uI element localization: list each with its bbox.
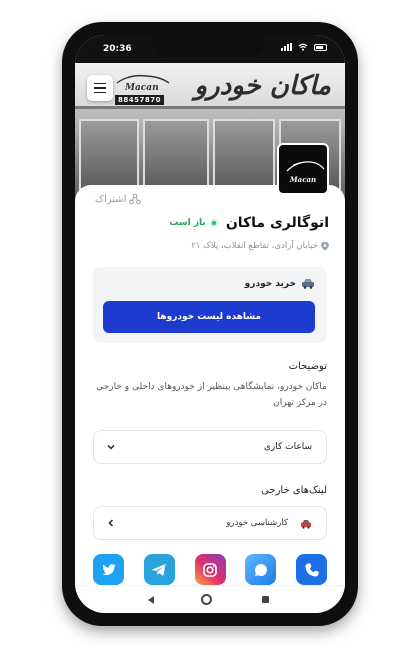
phone-screen: 20:36 ماکان خودرو Macan 88457870 Macan ا…	[75, 35, 345, 613]
open-dot-icon	[209, 219, 218, 227]
share-icon	[129, 193, 142, 205]
buy-car-heading: خرید خودرو	[245, 278, 315, 289]
working-hours-label: ساعات کاری	[263, 442, 312, 452]
message-icon	[254, 563, 267, 576]
telegram-button[interactable]	[143, 554, 175, 585]
status-icons	[281, 43, 327, 51]
brand-logo-text: Macan	[289, 175, 317, 184]
camera-notch	[153, 35, 265, 57]
address: خیابان آزادی، تقاطع انقلاب، پلاک ۲۱	[191, 241, 329, 251]
back-nav-icon[interactable]	[148, 596, 154, 604]
location-pin-icon	[321, 241, 329, 251]
link-item-label: کارشناسی خودرو	[226, 518, 288, 528]
car-icon	[302, 279, 314, 289]
chevron-left-icon	[108, 519, 114, 527]
share-button[interactable]: اشتراک	[95, 193, 142, 205]
twitter-button[interactable]	[93, 554, 124, 585]
sign-title: ماکان خودرو	[194, 71, 332, 101]
open-status-badge: باز است	[169, 218, 218, 228]
recent-apps-icon[interactable]	[262, 596, 269, 603]
phone-button[interactable]	[296, 554, 327, 585]
sign-logo-text: Macan	[124, 83, 159, 93]
link-item-car-inspection[interactable]: کارشناسی خودرو	[93, 506, 327, 540]
share-label: اشتراک	[95, 193, 127, 205]
business-title: اتوگالری ماکان	[225, 215, 329, 231]
instagram-button[interactable]	[194, 554, 226, 585]
working-hours-dropdown[interactable]: ساعات کاری	[93, 430, 327, 464]
twitter-icon	[101, 563, 116, 575]
battery-icon	[314, 43, 327, 51]
phone-icon	[305, 562, 319, 576]
social-links	[93, 554, 327, 585]
signal-icon	[281, 43, 292, 51]
telegram-icon	[152, 563, 166, 576]
sign-car-logo-icon: Macan	[116, 74, 170, 93]
address-text: خیابان آزادی، تقاطع انقلاب، پلاک ۲۱	[191, 241, 318, 251]
description-text: ماکان خودرو، نمایشگاهی بینظیر از خودروها…	[96, 382, 327, 408]
storefront-sign: ماکان خودرو Macan 88457870	[75, 63, 345, 109]
status-bar: 20:36	[75, 35, 345, 63]
profile-card: اشتراک اتوگالری ماکان باز است خیابان آزا…	[75, 185, 345, 585]
message-button[interactable]	[245, 554, 277, 585]
system-nav-bar	[75, 585, 345, 613]
chevron-down-icon	[107, 444, 115, 450]
sign-phone: 88457870	[115, 95, 164, 105]
view-cars-button[interactable]: مشاهده لیست خودروها	[103, 301, 315, 333]
brand-logo: Macan	[277, 143, 329, 195]
home-nav-icon[interactable]	[201, 594, 212, 605]
phone-frame: 20:36 ماکان خودرو Macan 88457870 Macan ا…	[62, 22, 358, 626]
buy-car-heading-text: خرید خودرو	[244, 278, 296, 289]
wifi-icon	[298, 43, 308, 51]
title-row: اتوگالری ماکان باز است	[169, 215, 329, 231]
description-title: توضیحات	[288, 361, 327, 372]
menu-icon	[94, 82, 106, 85]
external-links-title: لینک‌های خارجی	[261, 485, 327, 496]
status-time: 20:36	[103, 44, 132, 54]
instagram-icon	[203, 562, 217, 577]
menu-button[interactable]	[87, 75, 113, 101]
open-status-text: باز است	[169, 218, 206, 228]
buy-car-section: خرید خودرو مشاهده لیست خودروها	[93, 267, 327, 343]
car-icon	[301, 520, 311, 529]
